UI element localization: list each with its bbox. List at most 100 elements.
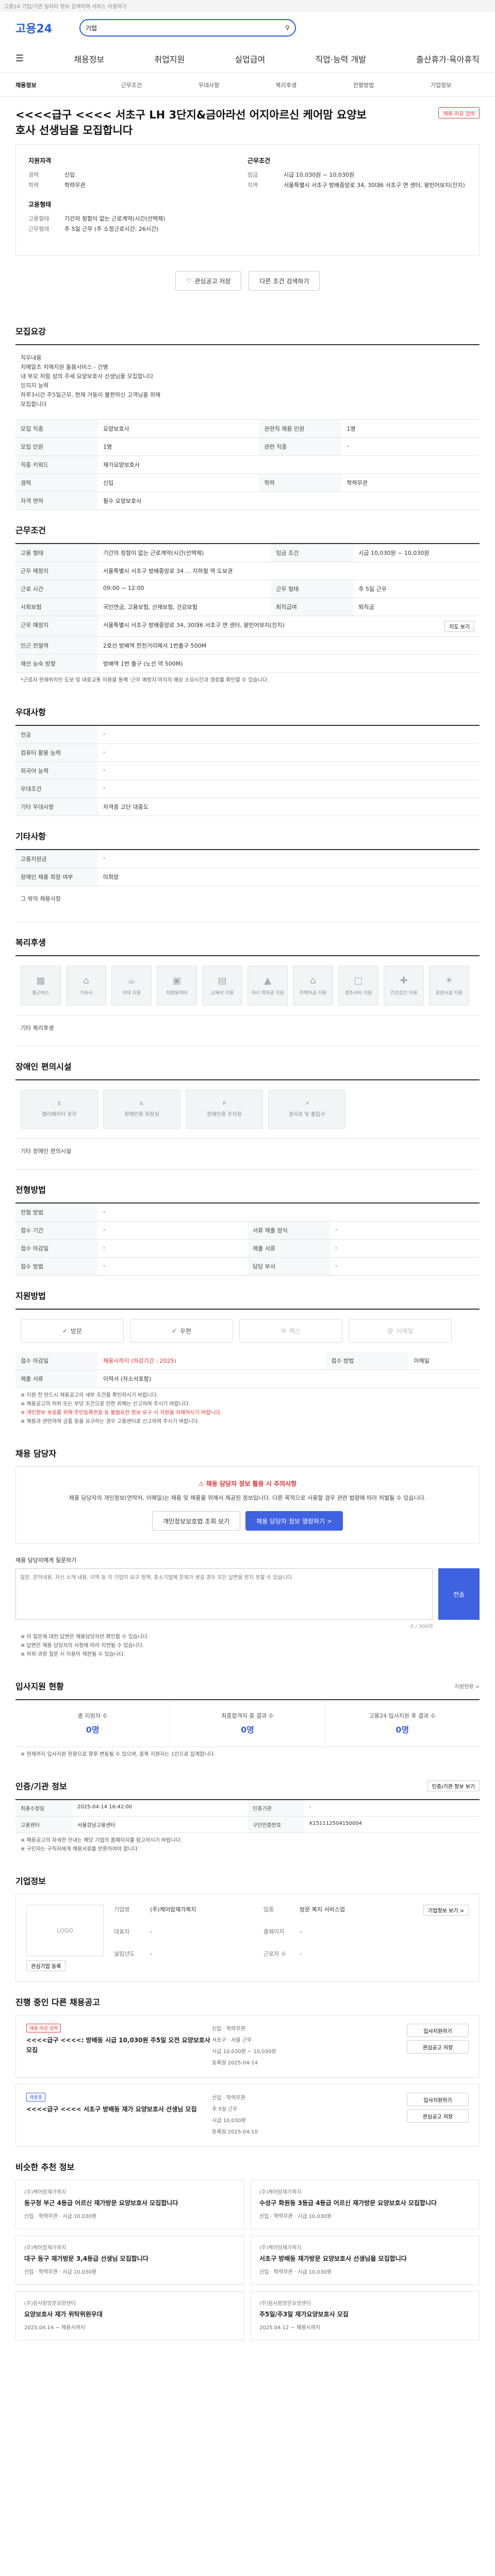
stat-value: 0명	[241, 1725, 254, 1735]
search-icon[interactable]: ⚲	[285, 24, 290, 31]
company-value: -	[150, 1928, 152, 1935]
subnav-conditions[interactable]: 근무조건	[93, 81, 170, 89]
map-view-button[interactable]: 지도 보기	[444, 621, 474, 632]
welfare-grid: ▩ 통근버스 ⌂ 기숙사 ☕ 식대 지원 ▣ 차량유지비 ▤ 교육비 지원 ▲ 자녀 학자금…	[15, 956, 480, 1015]
recommend-card[interactable]: (주)케어맘재가복지 동구청 부근 4등급 어르신 재가방문 요양보호사 모집합니…	[15, 2180, 244, 2229]
cell-header: 기타 우대사항	[15, 798, 98, 816]
apply-stats: 총 지원자 수 0명 최종합격자 중 결과 수 0명 고용24 입사지원 후 결과 …	[15, 1699, 480, 1747]
company-value: (주)케어맘재가복지	[150, 1906, 196, 1913]
subnav-preference[interactable]: 우대사항	[170, 81, 248, 89]
gift-icon: □	[354, 975, 363, 986]
rec-title[interactable]: 대구 동구 재가방문 3,4등급 선생님 모집합니다	[24, 2254, 236, 2263]
rec-company: (주)참사랑방문요양센터	[259, 2301, 311, 2307]
company-fav-button[interactable]: 관심기업 등록	[26, 1960, 66, 1971]
other-job-card[interactable]: 채용중 <<<<급구 <<<< 서초구 방배동 재가 요양보호사 선생님 모집 …	[15, 2084, 480, 2147]
other-extra: 그 밖의 채용사항	[15, 886, 480, 922]
cell-header: 서류 제출 양식	[248, 1221, 330, 1240]
method-label: 우편	[179, 1327, 192, 1335]
recommend-grid: (주)케어맘재가복지 동구청 부근 4등급 어르신 재가방문 요양보호사 모집합니…	[15, 2180, 480, 2341]
save-job-button[interactable]: 관심공고 저장	[407, 2040, 469, 2054]
company-value: -	[300, 1928, 302, 1935]
method-label: 이메일	[396, 1327, 414, 1335]
apply-stats-section: 입사지원 현황 지원현황 > 총 지원자 수 0명 최종합격자 중 결과 수 0명 …	[0, 1680, 495, 1766]
nav-item-leave[interactable]: 출산휴가·육아휴직	[416, 53, 480, 65]
cell-value: 필수 요양보호사	[98, 492, 480, 510]
apply-button[interactable]: 입사지원하기	[407, 2093, 469, 2106]
other-jobs-section: 진행 중인 다른 채용공고 채용 마감 임박 <<<<급구 <<<<: 방배동 …	[0, 1995, 495, 2147]
summary-value: 학력무관	[64, 182, 86, 189]
contact-section: 채용 담당자	[0, 1447, 495, 1459]
rec-title[interactable]: 주5일/주3일 재가요양보호사 모집	[259, 2310, 471, 2319]
company-details: 기업명 (주)케어맘재가복지 업종 방문 복지 서비스업 대표자 - 홈페이지 - 설립…	[114, 1905, 413, 1971]
menu-icon[interactable]: ☰	[15, 53, 24, 64]
facility-other-label: 기타 장애인 편의시설	[21, 1148, 72, 1155]
recruit-detail-section: 모집요강 직무내용 치매알츠 치매지원 돌봄서비스 - 간병 내 부모 처럼 성…	[0, 325, 495, 510]
subnav-recruit[interactable]: 채용정보	[15, 81, 93, 89]
cell-value: -	[330, 1239, 480, 1258]
manage-note: ※ 구인자는 구직자에게 채용서류를 반환하여야 합니다.	[21, 1846, 139, 1852]
ask-send-button[interactable]: 전송	[438, 1568, 480, 1620]
recommend-card[interactable]: (주)참사랑방문요양센터 요양보호사 재가 위탁위원우대 2025.04.14 ~ …	[15, 2291, 244, 2341]
apply-button[interactable]: 입사지원하기	[407, 2024, 469, 2037]
search-input[interactable]	[86, 24, 286, 31]
recommend-card[interactable]: (주)케어맘재가복지 대구 동구 재가방문 3,4등급 선생님 모집합니다 신입 ·…	[15, 2235, 244, 2285]
recommend-card[interactable]: (주)참사랑방문요양센터 주5일/주3일 재가요양보호사 모집 2025.04.12…	[251, 2291, 480, 2341]
subnav-welfare[interactable]: 복리후생	[248, 81, 325, 89]
cell-value: 이메일	[408, 1352, 480, 1370]
cell-header: 모집 직종	[15, 420, 98, 438]
work-address: 서울특별시 서초구 방배중앙로 34, 30대6 서초구 면 센터, 왕빈어보지…	[103, 622, 285, 629]
method-visit: ✓ 방문	[21, 1319, 124, 1343]
subnav-screening[interactable]: 전형방법	[325, 81, 402, 89]
parking-icon: P	[222, 1101, 226, 1107]
apply-stats-link[interactable]: 지원현황 >	[455, 1682, 480, 1690]
manage-info-button[interactable]: 인증/기관 정보 보기	[427, 1780, 480, 1791]
other-job-title[interactable]: <<<<급구 <<<<: 방배동 시급 10,030원 주5일 오전 요양보호사…	[26, 2036, 212, 2055]
cell-header: 사회보험	[15, 598, 98, 616]
welfare-label: 주택자금 지원	[299, 991, 327, 996]
save-job-button[interactable]: ♡ 관심공고 저장	[175, 271, 242, 291]
rec-title[interactable]: 수성구 화원동 3등급 4등급 어르신 재가방문 요양보호사 모집합니다	[259, 2198, 471, 2208]
graduation-icon: ▲	[264, 975, 271, 986]
section-title: 모집요강	[15, 327, 46, 336]
welfare-section: 복리후생 ▩ 통근버스 ⌂ 기숙사 ☕ 식대 지원 ▣ 차량유지비 ▤ 교육비 지원 ▲ 자…	[0, 936, 495, 1046]
privacy-law-button[interactable]: 개인정보보호법 조회 보기	[152, 1511, 241, 1531]
other-job-title[interactable]: <<<<급구 <<<< 서초구 방배동 재가 요양보호사 선생님 모집	[26, 2105, 212, 2114]
company-key: 기업명	[114, 1906, 130, 1913]
recommend-card[interactable]: (주)케어맘재가복지 서초구 방배동 재가방문 요양보호사 선생님을 모집합니다 신…	[251, 2235, 480, 2285]
rec-title[interactable]: 요양보호사 재가 위탁위원우대	[24, 2310, 236, 2319]
stat-value: 0명	[86, 1725, 100, 1735]
nav-item-unemployment[interactable]: 실업급여	[235, 53, 265, 65]
summary-value: 주 5일 근무 (주 소정근로시간: 26시간)	[64, 226, 159, 232]
section-title: 근무조건	[15, 526, 46, 535]
ask-textarea[interactable]	[15, 1568, 433, 1620]
nav-item-jobs[interactable]: 채용정보	[74, 53, 104, 65]
cell-value: 퇴직금	[353, 598, 480, 616]
save-job-button[interactable]: 관심공고 저장	[407, 2109, 469, 2123]
heart-icon: ♡	[186, 277, 192, 284]
welfare-other: 기타 복리후생	[15, 1015, 480, 1046]
nav-item-support[interactable]: 취업지원	[154, 53, 185, 65]
rec-title[interactable]: 서초구 방배동 재가방문 요양보호사 선생님을 모집합니다	[259, 2254, 471, 2263]
cell-header: 퇴직급여	[271, 598, 354, 616]
site-logo[interactable]: 고용24	[15, 20, 72, 36]
summary-key: 경력	[28, 172, 39, 178]
company-key: 설립년도	[114, 1951, 135, 1957]
ask-note: ※ 이 질문에 대한 답변은 채용담당자만 확인할 수 있습니다.	[21, 1634, 149, 1640]
other-job-card[interactable]: 채용 마감 임박 <<<<급구 <<<<: 방배동 시급 10,030원 주5일…	[15, 2015, 480, 2078]
rec-title[interactable]: 동구청 부근 4등급 어르신 재가방문 요양보호사 모집합니다	[24, 2198, 236, 2208]
cell-value: K151112504150004	[309, 1821, 362, 1826]
nav-item-training[interactable]: 직업·능력 개발	[315, 53, 366, 65]
rec-meta: 신입 · 학력무관 · 시급 10,030원	[259, 2214, 332, 2219]
disabled-facility-section: 장애인 편의시설 ⇕ 엘리베이터 유무 ♿ 장애인용 화장실 P 장애인용 주차장 ↗…	[0, 1060, 495, 1170]
welfare-item: ✚ 건강검진 지원	[384, 965, 424, 1006]
welfare-item: ▩ 통근버스	[21, 965, 61, 1006]
summary-key: 지역	[248, 182, 258, 189]
subnav-company[interactable]: 기업정보	[402, 81, 480, 89]
recommend-card[interactable]: (주)케어맘재가복지 수성구 화원동 3등급 4등급 어르신 재가방문 요양보호사…	[251, 2180, 480, 2229]
site-header: 고용24 ⚲	[0, 11, 495, 44]
view-contact-button[interactable]: 채용 담당자 정보 열람하기 >	[245, 1511, 343, 1531]
company-more-button[interactable]: 기업정보 보기 >	[423, 1905, 469, 1916]
search-other-button[interactable]: 다른 조건 검색하기	[249, 271, 320, 291]
cell-value: 미희망	[98, 868, 480, 886]
notice-item: ※ 채용공고의 허위 또는 부당 조건으로 인한 피해는 신고하여 주시기 바랍…	[21, 1401, 190, 1407]
